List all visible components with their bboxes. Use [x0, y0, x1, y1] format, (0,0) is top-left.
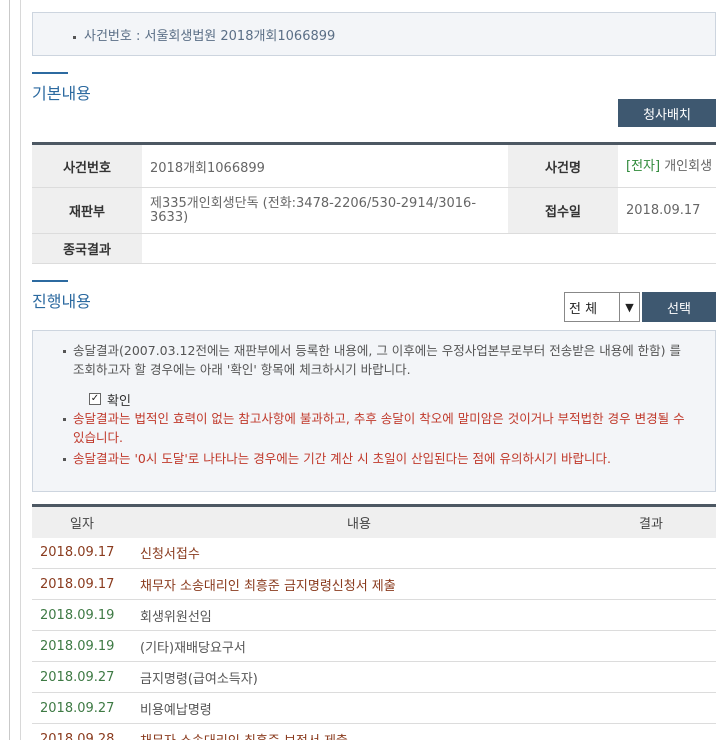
notice-text: 송달결과는 법적인 효력이 없는 참고사항에 불과하고, 추후 송달이 착오에 … [73, 411, 685, 445]
row-content: 회생위원선임 [132, 599, 586, 631]
bullet-icon [63, 350, 66, 353]
bullet-icon [63, 418, 66, 421]
case-header-box: 사건번호 : 서울회생법원 2018개회1066899 [32, 12, 716, 56]
case-name-label: 사건명 [508, 143, 618, 188]
confirm-checkbox[interactable]: ✓ [89, 393, 101, 405]
row-content: 비용예납명령 [132, 692, 586, 724]
row-result [586, 723, 716, 740]
row-date: 2018.09.17 [32, 568, 132, 600]
left-border [0, 0, 10, 740]
chevron-down-icon[interactable]: ▼ [619, 293, 639, 321]
case-name-value: [전자] 개인회생 [618, 143, 716, 188]
table-header-row: 일자 내용 결과 [32, 504, 716, 538]
column-header-result: 결과 [586, 504, 716, 538]
row-result [586, 537, 716, 569]
filter-select[interactable]: 전 체 ▼ [564, 292, 640, 322]
bullet-icon [63, 458, 66, 461]
row-content: 금지명령(급여소득자) [132, 661, 586, 693]
received-value: 2018.09.17 [618, 187, 716, 234]
notice-item: 송달결과는 법적인 효력이 없는 참고사항에 불과하고, 추후 송달이 착오에 … [63, 409, 695, 447]
row-date: 2018.09.28 [32, 723, 132, 740]
table-row: 2018.09.28 채무자 소송대리인 최흥준 보정서 제출 [32, 723, 716, 740]
table-row: 2018.09.19 (기타)재배당요구서 [32, 630, 716, 662]
confirm-checkbox-row[interactable]: ✓ 확인 [89, 389, 695, 409]
table-row: 2018.09.27 금지명령(급여소득자) [32, 661, 716, 693]
notice-item: 송달결과는 '0시 도달'로 나타나는 경우에는 기간 계산 시 초일이 산입된… [63, 449, 695, 468]
column-header-content: 내용 [132, 504, 586, 538]
result-value [142, 233, 716, 264]
row-date: 2018.09.27 [32, 692, 132, 724]
basic-info-table: 사건번호 2018개회1066899 사건명 [전자] 개인회생 재판부 제33… [32, 142, 716, 264]
table-row: 2018.09.19 회생위원선임 [32, 599, 716, 631]
progress-section-title: 진행내용 [32, 292, 91, 311]
row-date: 2018.09.27 [32, 661, 132, 693]
result-label: 종국결과 [32, 233, 142, 264]
court-value: 제335개인회생단독 (전화:3478-2206/530-2914/3016-3… [142, 187, 508, 234]
row-result [586, 692, 716, 724]
row-content: 채무자 소송대리인 최흥준 보정서 제출 [132, 723, 586, 740]
row-result [586, 599, 716, 631]
assign-button[interactable]: 청사배치 [618, 99, 716, 127]
row-result [586, 568, 716, 600]
section-accent-bar [32, 72, 68, 74]
case-no-label: 사건번호 [32, 143, 142, 188]
case-name-text: 개인회생 [660, 158, 713, 174]
notice-text: 송달결과(2007.03.12전에는 재판부에서 등록한 내용에, 그 이후에는… [73, 343, 682, 377]
confirm-label: 확인 [107, 393, 131, 409]
select-button[interactable]: 선택 [642, 292, 716, 322]
case-no-value: 2018개회1066899 [142, 143, 508, 188]
progress-section-header: 진행내용 전 체 ▼ 선택 [32, 280, 716, 322]
progress-table: 일자 내용 결과 2018.09.17 신청서접수 2018.09.17 채무자… [32, 504, 716, 740]
row-date: 2018.09.19 [32, 599, 132, 631]
notice-box: 송달결과(2007.03.12전에는 재판부에서 등록한 내용에, 그 이후에는… [32, 330, 716, 492]
section-accent-bar [32, 280, 68, 282]
basic-section-header: 기본내용 청사배치 [32, 72, 716, 127]
row-result [586, 630, 716, 662]
case-header-label: 사건번호 : 서울회생법원 2018개회1066899 [84, 28, 336, 44]
table-row: 2018.09.27 비용예납명령 [32, 692, 716, 724]
row-content: 채무자 소송대리인 최흥준 금지명령신청서 제출 [132, 568, 586, 600]
row-date: 2018.09.17 [32, 537, 132, 569]
received-label: 접수일 [508, 187, 618, 234]
main-content: 사건번호 : 서울회생법원 2018개회1066899 기본내용 청사배치 사건… [32, 0, 716, 740]
case-name-tag: [전자] [626, 158, 661, 174]
table-row: 2018.09.17 신청서접수 [32, 537, 716, 569]
row-result [586, 661, 716, 693]
table-row: 2018.09.17 채무자 소송대리인 최흥준 금지명령신청서 제출 [32, 568, 716, 600]
notice-item: 송달결과(2007.03.12전에는 재판부에서 등록한 내용에, 그 이후에는… [63, 341, 695, 379]
row-content: 신청서접수 [132, 537, 586, 569]
court-label: 재판부 [32, 187, 142, 234]
filter-select-value: 전 체 [569, 301, 598, 317]
basic-section-title: 기본내용 [32, 84, 91, 103]
column-header-date: 일자 [32, 504, 132, 538]
bullet-icon [73, 35, 76, 39]
left-divider [20, 0, 21, 740]
notice-text: 송달결과는 '0시 도달'로 나타나는 경우에는 기간 계산 시 초일이 산입된… [73, 451, 611, 466]
row-content: (기타)재배당요구서 [132, 630, 586, 662]
row-date: 2018.09.19 [32, 630, 132, 662]
